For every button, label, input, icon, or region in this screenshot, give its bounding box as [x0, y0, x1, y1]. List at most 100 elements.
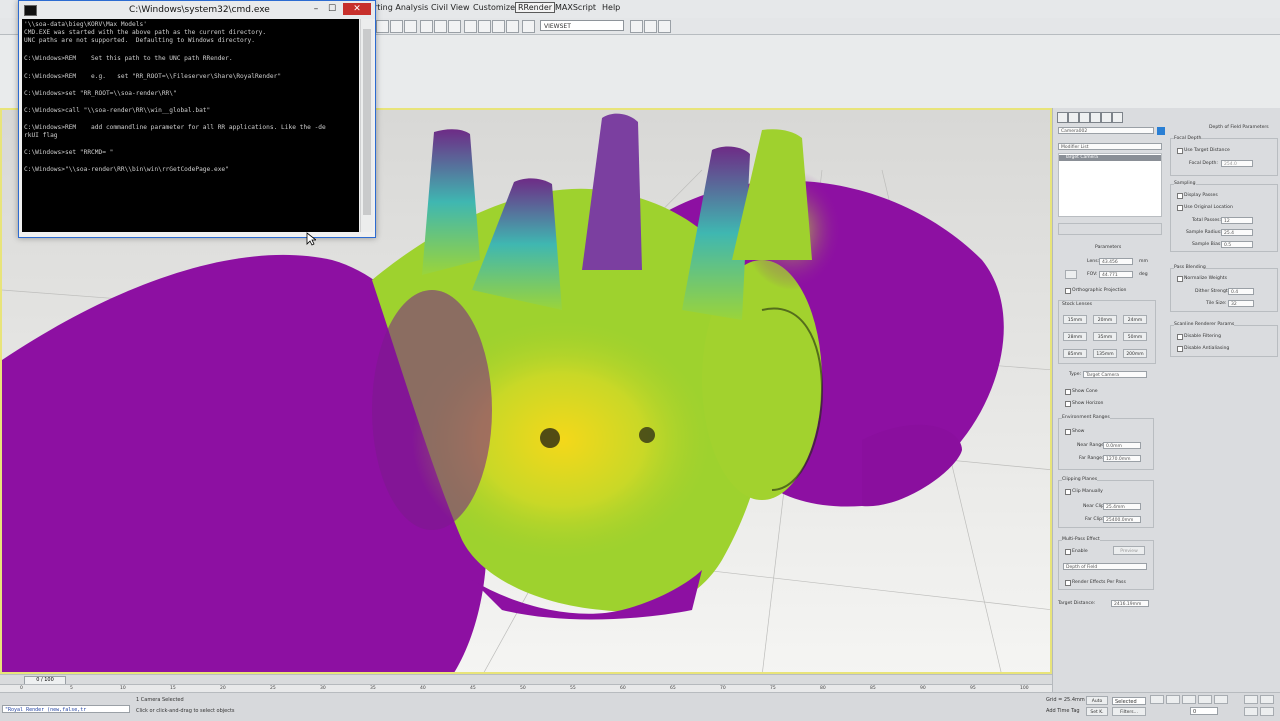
- create-tab-icon[interactable]: [1057, 112, 1068, 123]
- lens-15mm-button[interactable]: 15mm: [1063, 315, 1087, 324]
- snap-icon[interactable]: [448, 20, 461, 33]
- menu-rrender[interactable]: RRender: [515, 2, 556, 13]
- near-range-field[interactable]: 0.0mm: [1103, 442, 1141, 449]
- target-distance-field[interactable]: 2416.19mm: [1111, 600, 1149, 607]
- lens-85mm-button[interactable]: 85mm: [1063, 349, 1087, 358]
- mirror-icon[interactable]: [492, 20, 505, 33]
- lens-35mm-button[interactable]: 35mm: [1093, 332, 1117, 341]
- near-clip-field[interactable]: 25.4mm: [1103, 503, 1141, 510]
- lens-24mm-button[interactable]: 24mm: [1123, 315, 1147, 324]
- menu-maxscript[interactable]: MAXScript: [555, 3, 596, 12]
- dither-strength-field[interactable]: 0.4: [1228, 288, 1254, 295]
- add-time-tag[interactable]: Add Time Tag: [1046, 708, 1080, 714]
- env-show-checkbox[interactable]: [1065, 429, 1071, 435]
- type-label: Type:: [1069, 372, 1082, 377]
- multipass-enable-checkbox[interactable]: [1065, 549, 1071, 555]
- disable-filtering-checkbox[interactable]: [1177, 334, 1183, 340]
- total-passes-field[interactable]: 12: [1221, 217, 1253, 224]
- sample-radius-field[interactable]: 25.4: [1221, 229, 1253, 236]
- select-icon[interactable]: [376, 20, 389, 33]
- zoom-icon[interactable]: [1244, 695, 1258, 704]
- normalize-weights-checkbox[interactable]: [1177, 276, 1183, 282]
- go-to-end-icon[interactable]: [1214, 695, 1228, 704]
- modifier-list-dropdown[interactable]: Modifier List: [1058, 143, 1162, 150]
- far-range-field[interactable]: 1270.0mm: [1103, 455, 1141, 462]
- lens-field[interactable]: 43.456: [1099, 258, 1133, 265]
- show-cone-checkbox[interactable]: [1065, 389, 1071, 395]
- rollout-parameters[interactable]: Parameters: [1095, 245, 1121, 250]
- lens-20mm-button[interactable]: 20mm: [1093, 315, 1117, 324]
- modifier-stack[interactable]: Target Camera: [1058, 153, 1162, 217]
- sample-bias-field[interactable]: 0.5: [1221, 241, 1253, 248]
- render-frame-icon[interactable]: [644, 20, 657, 33]
- use-original-location-checkbox[interactable]: [1177, 205, 1183, 211]
- align-icon[interactable]: [506, 20, 519, 33]
- render-setup-icon[interactable]: [630, 20, 643, 33]
- layer-icon[interactable]: [522, 20, 535, 33]
- angle-snap-icon[interactable]: [464, 20, 477, 33]
- auto-key-button[interactable]: Auto: [1086, 696, 1108, 705]
- link-icon[interactable]: [434, 20, 447, 33]
- lens-200mm-button[interactable]: 200mm: [1123, 349, 1147, 358]
- next-frame-icon[interactable]: [1198, 695, 1212, 704]
- display-passes-checkbox[interactable]: [1177, 193, 1183, 199]
- maxscript-listener-field[interactable]: "Royal Render (new,false,tr: [2, 705, 130, 713]
- fov-direction-button[interactable]: [1065, 270, 1077, 279]
- clip-manually-checkbox[interactable]: [1065, 489, 1071, 495]
- scrollbar-thumb[interactable]: [363, 29, 371, 215]
- menu-customize[interactable]: Customize: [473, 3, 515, 12]
- minimize-icon[interactable]: –: [309, 3, 323, 15]
- rotate-icon[interactable]: [404, 20, 417, 33]
- ortho-checkbox[interactable]: [1065, 288, 1071, 294]
- render-effects-checkbox[interactable]: [1065, 580, 1071, 586]
- percent-snap-icon[interactable]: [478, 20, 491, 33]
- key-filter-selected[interactable]: Selected: [1112, 697, 1146, 705]
- scale-icon[interactable]: [420, 20, 433, 33]
- go-to-start-icon[interactable]: [1150, 695, 1164, 704]
- object-name-field[interactable]: Camera002: [1058, 127, 1154, 134]
- lens-50mm-button[interactable]: 50mm: [1123, 332, 1147, 341]
- render-icon[interactable]: [658, 20, 671, 33]
- use-target-distance-checkbox[interactable]: [1177, 148, 1183, 154]
- motion-tab-icon[interactable]: [1090, 112, 1101, 123]
- viewset-select[interactable]: VIEWSET: [540, 20, 624, 31]
- cmd-console[interactable]: '\\soa-data\bieg\KORV\Max Models' CMD.EX…: [22, 19, 359, 232]
- pan-icon[interactable]: [1260, 695, 1274, 704]
- fov-field[interactable]: 44.771: [1099, 271, 1133, 278]
- orbit-icon[interactable]: [1244, 707, 1258, 716]
- show-horizon-checkbox[interactable]: [1065, 401, 1071, 407]
- effect-dropdown[interactable]: Depth of Field: [1063, 563, 1147, 570]
- dof-rollout-title[interactable]: Depth of Field Parameters: [1209, 125, 1269, 130]
- focal-depth-field[interactable]: 254.0: [1221, 160, 1253, 167]
- object-color-swatch[interactable]: [1157, 127, 1165, 135]
- cmd-scrollbar[interactable]: [360, 19, 373, 232]
- disable-antialiasing-checkbox[interactable]: [1177, 346, 1183, 352]
- tile-size-field[interactable]: 32: [1228, 300, 1254, 307]
- hierarchy-tab-icon[interactable]: [1079, 112, 1090, 123]
- set-key-button[interactable]: Set K.: [1086, 707, 1108, 716]
- camera-type-dropdown[interactable]: Target Camera: [1083, 371, 1147, 378]
- cmd-titlebar[interactable]: C:\Windows\system32\cmd.exe – ☐ ✕: [19, 1, 375, 19]
- lens-28mm-button[interactable]: 28mm: [1063, 332, 1087, 341]
- maximize-icon[interactable]: ☐: [325, 3, 339, 15]
- move-icon[interactable]: [390, 20, 403, 33]
- filters-button[interactable]: Filters...: [1112, 707, 1146, 716]
- menu-help[interactable]: Help: [602, 3, 620, 12]
- command-panel: Camera002 Modifier List Target Camera Pa…: [1052, 108, 1280, 720]
- play-icon[interactable]: [1182, 695, 1196, 704]
- stack-item-target-camera[interactable]: Target Camera: [1059, 155, 1161, 161]
- far-clip-field[interactable]: 25400.0mm: [1103, 516, 1141, 523]
- menu-civil-view[interactable]: Civil View: [431, 3, 470, 12]
- lens-135mm-button[interactable]: 135mm: [1093, 349, 1117, 358]
- menu-lighting-analysis[interactable]: rting Analysis: [374, 3, 428, 12]
- timeline[interactable]: 0 / 100 0 5 10 15 20 25 30 35 40 45 50 55 60 65 70 75 80…: [0, 674, 1052, 694]
- preview-button[interactable]: Preview: [1113, 546, 1145, 555]
- current-frame-field[interactable]: 0: [1190, 707, 1218, 715]
- maximize-viewport-icon[interactable]: [1260, 707, 1274, 716]
- modify-tab-icon[interactable]: [1068, 112, 1079, 123]
- display-tab-icon[interactable]: [1101, 112, 1112, 123]
- utilities-tab-icon[interactable]: [1112, 112, 1123, 123]
- close-icon[interactable]: ✕: [343, 3, 371, 15]
- cmd-window[interactable]: C:\Windows\system32\cmd.exe – ☐ ✕ '\\soa…: [18, 0, 376, 238]
- prev-frame-icon[interactable]: [1166, 695, 1180, 704]
